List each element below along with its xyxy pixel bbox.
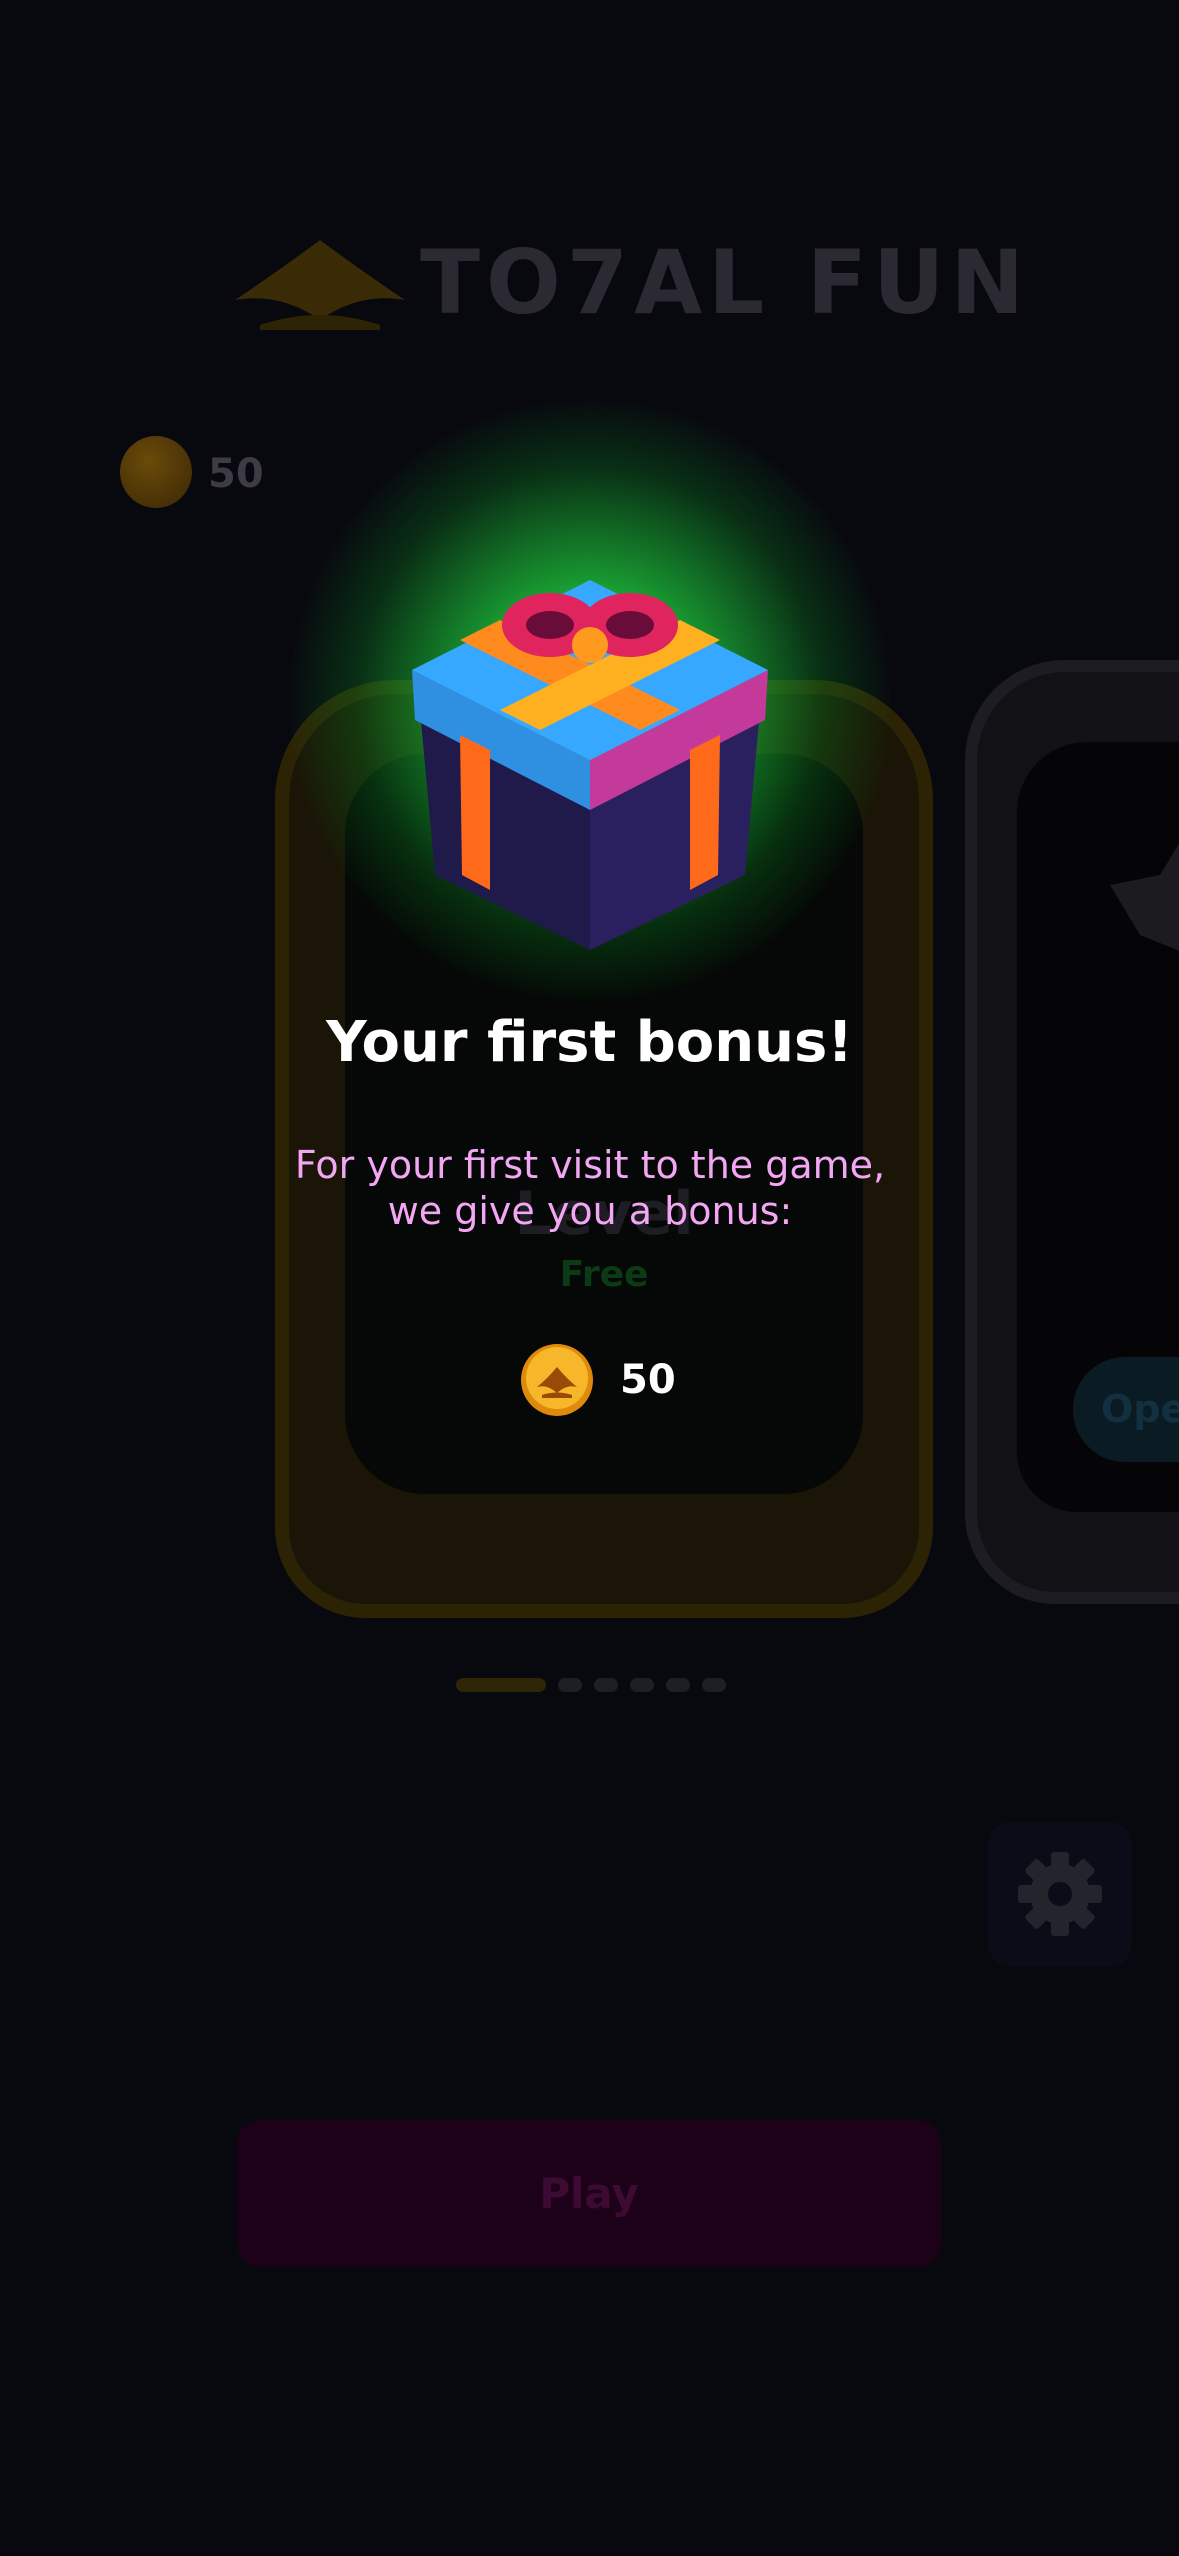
- coin-icon: [521, 1344, 593, 1416]
- reward-amount: 50: [620, 1357, 676, 1403]
- modal-description: For your first visit to the game, we giv…: [240, 1142, 940, 1234]
- modal-title: Your first bonus!: [326, 1010, 853, 1075]
- first-bonus-modal[interactable]: Your first bonus! For your first visit t…: [0, 0, 1179, 2556]
- modal-description-line: we give you a bonus:: [387, 1189, 793, 1233]
- bonus-reward: 50: [520, 1343, 720, 1419]
- gift-box-icon: [412, 580, 768, 950]
- modal-description-line: For your first visit to the game,: [294, 1143, 886, 1187]
